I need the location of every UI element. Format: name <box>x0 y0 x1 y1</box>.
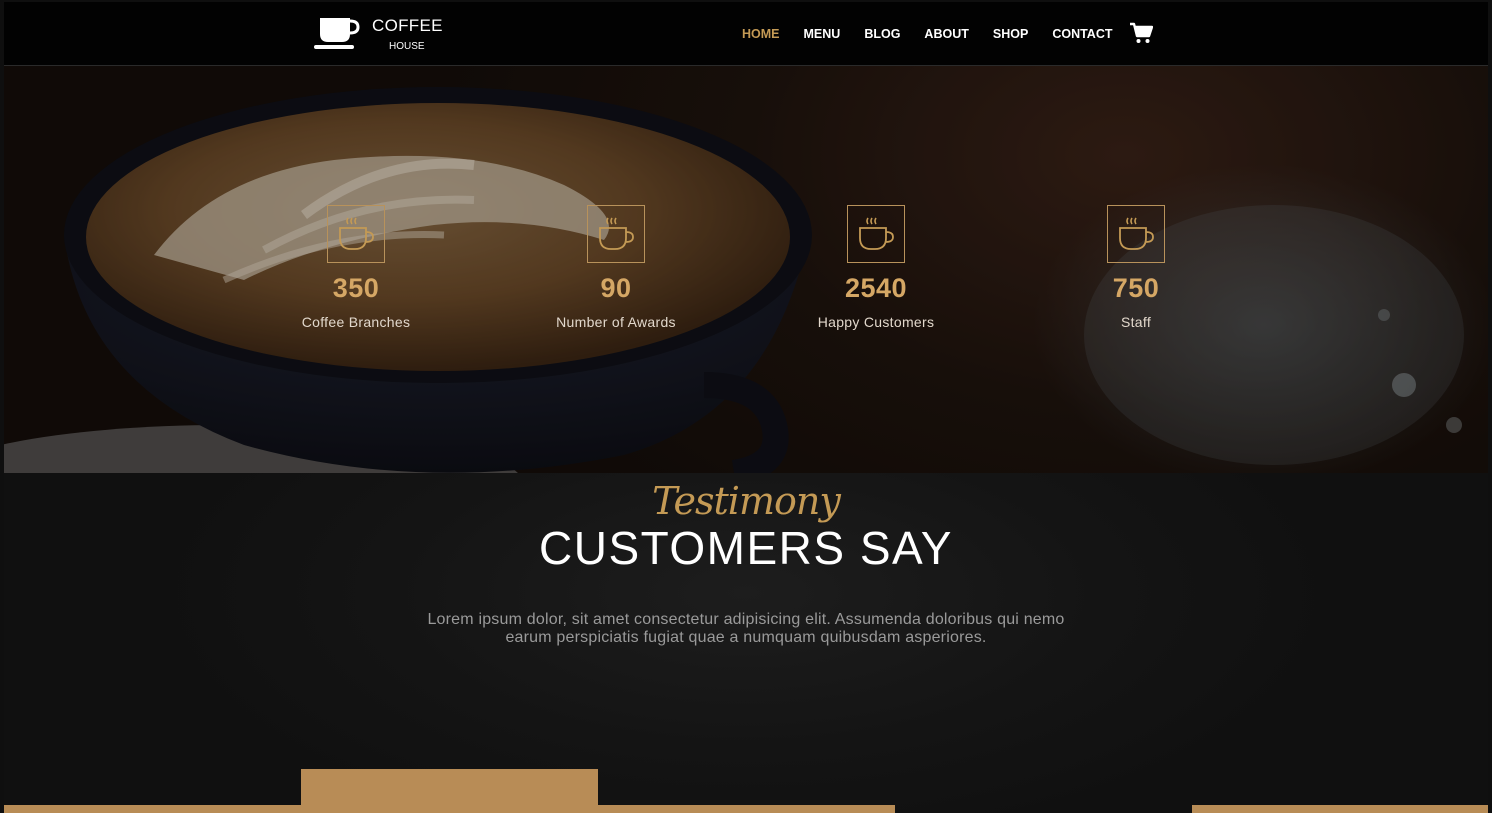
stat-awards: 90 Number of Awards <box>516 205 716 330</box>
stat-label: Number of Awards <box>556 314 676 330</box>
main-nav: HOME MENU BLOG ABOUT SHOP CONTACT <box>742 2 1137 65</box>
stat-staff: 750 Staff <box>1036 205 1236 330</box>
nav-about[interactable]: ABOUT <box>924 27 968 41</box>
testimony-section: Testimony CUSTOMERS SAY Lorem ipsum dolo… <box>4 473 1488 813</box>
stat-label: Staff <box>1120 314 1152 330</box>
page: COFFEE HOUSE HOME MENU BLOG ABOUT SHOP C… <box>4 2 1488 813</box>
navbar: COFFEE HOUSE HOME MENU BLOG ABOUT SHOP C… <box>4 2 1488 66</box>
steaming-cup-icon <box>1119 217 1154 250</box>
nav-shop[interactable]: SHOP <box>993 27 1028 41</box>
stat-value: 350 <box>332 273 380 303</box>
shopping-cart-icon[interactable] <box>1129 22 1153 44</box>
stat-icon-frame <box>847 205 905 263</box>
stat-label: Happy Customers <box>817 314 935 330</box>
stat-happy-customers: 2540 Happy Customers <box>776 205 976 330</box>
testimony-script-heading: Testimony <box>652 479 841 523</box>
brand-name: COFFEE <box>372 16 443 35</box>
gold-divider-left <box>4 805 895 813</box>
coffee-cup-icon <box>314 18 360 49</box>
brand-subtitle: HOUSE <box>389 41 425 52</box>
stat-value: 90 <box>600 273 632 303</box>
steaming-cup-icon <box>339 217 374 250</box>
nav-contact[interactable]: CONTACT <box>1052 27 1112 41</box>
steaming-cup-icon <box>859 217 894 250</box>
stat-coffee-branches: 350 Coffee Branches <box>256 205 456 330</box>
gold-divider-right <box>1192 805 1488 813</box>
browser-viewport: COFFEE HOUSE HOME MENU BLOG ABOUT SHOP C… <box>0 0 1492 813</box>
testimony-title: CUSTOMERS SAY <box>539 522 953 574</box>
nav-blog[interactable]: BLOG <box>864 27 900 41</box>
testimony-description: Lorem ipsum dolor, sit amet consectetur … <box>427 611 1065 646</box>
steaming-cup-icon <box>599 217 634 250</box>
stat-value: 750 <box>1112 273 1160 303</box>
stat-icon-frame <box>1107 205 1165 263</box>
stat-value: 2540 <box>844 273 908 303</box>
stat-label: Coffee Branches <box>301 314 411 330</box>
stat-icon-frame <box>327 205 385 263</box>
nav-menu[interactable]: MENU <box>804 27 841 41</box>
hero-overlay <box>4 65 1488 473</box>
stat-icon-frame <box>587 205 645 263</box>
stats-section: 350 Coffee Branches 90 Number of Awards <box>4 65 1488 473</box>
nav-home[interactable]: HOME <box>742 27 780 41</box>
brand-logo[interactable]: COFFEE HOUSE <box>312 14 452 54</box>
